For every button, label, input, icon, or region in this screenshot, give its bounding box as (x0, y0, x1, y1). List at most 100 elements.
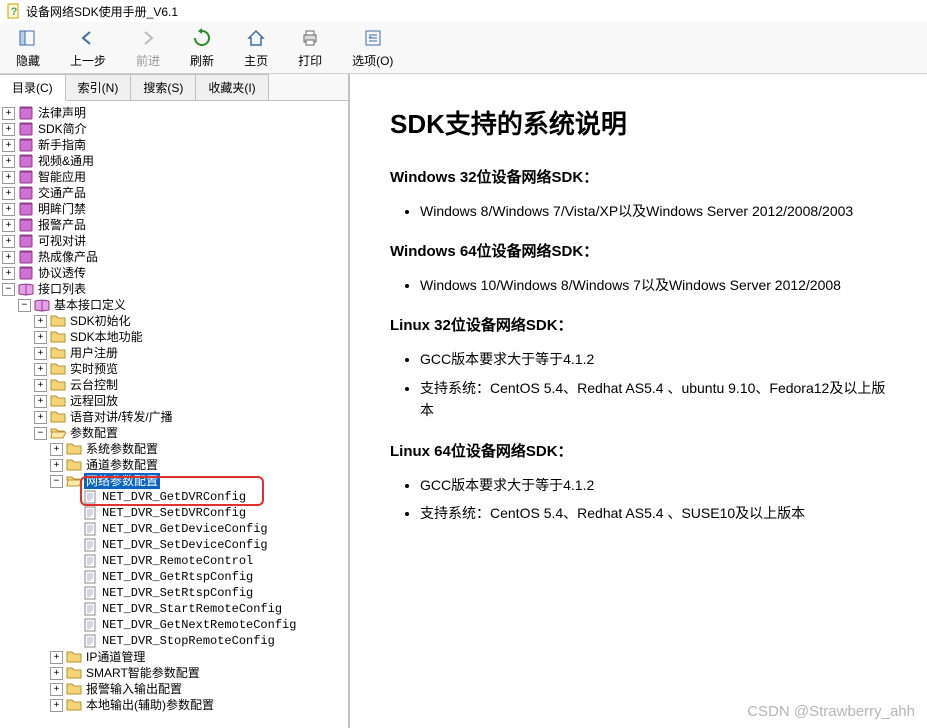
tree-label[interactable]: 用户注册 (68, 345, 120, 361)
tree-expander[interactable]: − (18, 299, 31, 312)
tree-expander[interactable]: + (34, 331, 47, 344)
tree-expander[interactable]: + (50, 651, 63, 664)
tree-row[interactable]: + 远程回放 (2, 393, 346, 409)
tree-row[interactable]: −参数配置 (2, 425, 346, 441)
tree-row[interactable]: + 明眸门禁 (2, 201, 346, 217)
tree-label[interactable]: 法律声明 (36, 105, 88, 121)
tree-label[interactable]: 实时预览 (68, 361, 120, 377)
refresh-button[interactable]: 刷新 (184, 24, 220, 71)
tree-label[interactable]: NET_DVR_StartRemoteConfig (100, 601, 284, 617)
tree-expander[interactable]: + (34, 315, 47, 328)
tree-row[interactable]: − 基本接口定义 (2, 297, 346, 313)
tree-label[interactable]: 智能应用 (36, 169, 88, 185)
tree-expander[interactable]: + (2, 251, 15, 264)
tree-row[interactable]: + 语音对讲/转发/广播 (2, 409, 346, 425)
tree-label[interactable]: IP通道管理 (84, 649, 147, 665)
tree-row[interactable]: + 新手指南 (2, 137, 346, 153)
tree-row[interactable]: +交通产品 (2, 185, 346, 201)
tab-index[interactable]: 索引(N) (66, 74, 132, 100)
tree-label[interactable]: NET_DVR_SetDVRConfig (100, 505, 248, 521)
tree-row[interactable]: + 通道参数配置 (2, 457, 346, 473)
tree-label[interactable]: 报警输入输出配置 (84, 681, 184, 697)
tree-row[interactable]: + 报警产品 (2, 217, 346, 233)
tree-row[interactable]: NET_DVR_SetRtspConfig (2, 585, 346, 601)
tree-row[interactable]: NET_DVR_StopRemoteConfig (2, 633, 346, 649)
tree-label[interactable]: 报警产品 (36, 217, 88, 233)
tree-label[interactable]: 基本接口定义 (52, 297, 128, 313)
tree-label[interactable]: 通道参数配置 (84, 457, 160, 473)
tree-expander[interactable]: + (34, 411, 47, 424)
tree-label[interactable]: 新手指南 (36, 137, 88, 153)
tree-row[interactable]: NET_DVR_SetDVRConfig (2, 505, 346, 521)
tree-row[interactable]: NET_DVR_GetDVRConfig (2, 489, 346, 505)
tree-expander[interactable]: + (50, 699, 63, 712)
tree-label[interactable]: 协议透传 (36, 265, 88, 281)
tree-expander[interactable]: + (34, 395, 47, 408)
tree-row[interactable]: NET_DVR_GetDeviceConfig (2, 521, 346, 537)
tree-row[interactable]: + IP通道管理 (2, 649, 346, 665)
tree-row[interactable]: + SMART智能参数配置 (2, 665, 346, 681)
hide-button[interactable]: 隐藏 (10, 24, 46, 71)
tree-label[interactable]: NET_DVR_SetDeviceConfig (100, 537, 270, 553)
tree-expander[interactable]: + (34, 363, 47, 376)
tree-expander[interactable]: + (2, 203, 15, 216)
tree-label[interactable]: SDK初始化 (68, 313, 133, 329)
tree-row[interactable]: + 用户注册 (2, 345, 346, 361)
tree-expander[interactable]: − (34, 427, 47, 440)
tree-row[interactable]: +本地输出(辅助)参数配置 (2, 697, 346, 713)
tree-label[interactable]: SDK本地功能 (68, 329, 145, 345)
print-button[interactable]: 打印 (292, 24, 328, 71)
tab-favorites[interactable]: 收藏夹(I) (196, 74, 268, 100)
tree-label[interactable]: NET_DVR_GetNextRemoteConfig (100, 617, 298, 633)
tree-label[interactable]: NET_DVR_SetRtspConfig (100, 585, 255, 601)
tree-label[interactable]: NET_DVR_StopRemoteConfig (100, 633, 277, 649)
home-button[interactable]: 主页 (238, 24, 274, 71)
tree-view[interactable]: +法律声明+SDK简介+新手指南+视频&通用+智能应用+交通产品+明眸门禁+报警… (0, 101, 348, 728)
tree-label[interactable]: 明眸门禁 (36, 201, 88, 217)
tree-label[interactable]: 系统参数配置 (84, 441, 160, 457)
tree-row[interactable]: + 系统参数配置 (2, 441, 346, 457)
tree-row[interactable]: + SDK简介 (2, 121, 346, 137)
tree-expander[interactable]: + (2, 235, 15, 248)
tree-expander[interactable]: + (50, 667, 63, 680)
tree-label[interactable]: SMART智能参数配置 (84, 665, 202, 681)
tree-row[interactable]: + 智能应用 (2, 169, 346, 185)
tree-row[interactable]: NET_DVR_SetDeviceConfig (2, 537, 346, 553)
options-button[interactable]: 选项(O) (346, 24, 399, 71)
tree-label[interactable]: NET_DVR_GetDVRConfig (100, 489, 248, 505)
tree-row[interactable]: NET_DVR_RemoteControl (2, 553, 346, 569)
tree-expander[interactable]: + (2, 123, 15, 136)
tree-expander[interactable]: + (34, 347, 47, 360)
tree-row[interactable]: +视频&通用 (2, 153, 346, 169)
tree-row[interactable]: + 实时预览 (2, 361, 346, 377)
tab-contents[interactable]: 目录(C) (0, 74, 66, 101)
tree-row[interactable]: NET_DVR_GetRtspConfig (2, 569, 346, 585)
tree-row[interactable]: +法律声明 (2, 105, 346, 121)
tree-row[interactable]: + 可视对讲 (2, 233, 346, 249)
tree-expander[interactable]: − (50, 475, 63, 488)
tree-label[interactable]: 接口列表 (36, 281, 88, 297)
tree-label[interactable]: 可视对讲 (36, 233, 88, 249)
tree-row[interactable]: − 接口列表 (2, 281, 346, 297)
tree-row[interactable]: + 热成像产品 (2, 249, 346, 265)
tree-label[interactable]: 远程回放 (68, 393, 120, 409)
tree-expander[interactable]: − (2, 283, 15, 296)
tree-row[interactable]: +协议透传 (2, 265, 346, 281)
tree-row[interactable]: − 网络参数配置 (2, 473, 346, 489)
tree-label[interactable]: 语音对讲/转发/广播 (68, 409, 175, 425)
tree-label[interactable]: 云台控制 (68, 377, 120, 393)
tree-expander[interactable]: + (2, 219, 15, 232)
tree-label[interactable]: SDK简介 (36, 121, 89, 137)
tree-row[interactable]: + 云台控制 (2, 377, 346, 393)
tree-expander[interactable]: + (50, 459, 63, 472)
tree-label[interactable]: 热成像产品 (36, 249, 100, 265)
tree-expander[interactable]: + (2, 171, 15, 184)
tree-expander[interactable]: + (34, 379, 47, 392)
tree-row[interactable]: +报警输入输出配置 (2, 681, 346, 697)
tree-label[interactable]: NET_DVR_RemoteControl (100, 553, 255, 569)
tree-row[interactable]: + SDK本地功能 (2, 329, 346, 345)
tree-label[interactable]: 网络参数配置 (84, 473, 160, 489)
tree-expander[interactable]: + (50, 443, 63, 456)
tree-expander[interactable]: + (2, 139, 15, 152)
tree-expander[interactable]: + (2, 187, 15, 200)
